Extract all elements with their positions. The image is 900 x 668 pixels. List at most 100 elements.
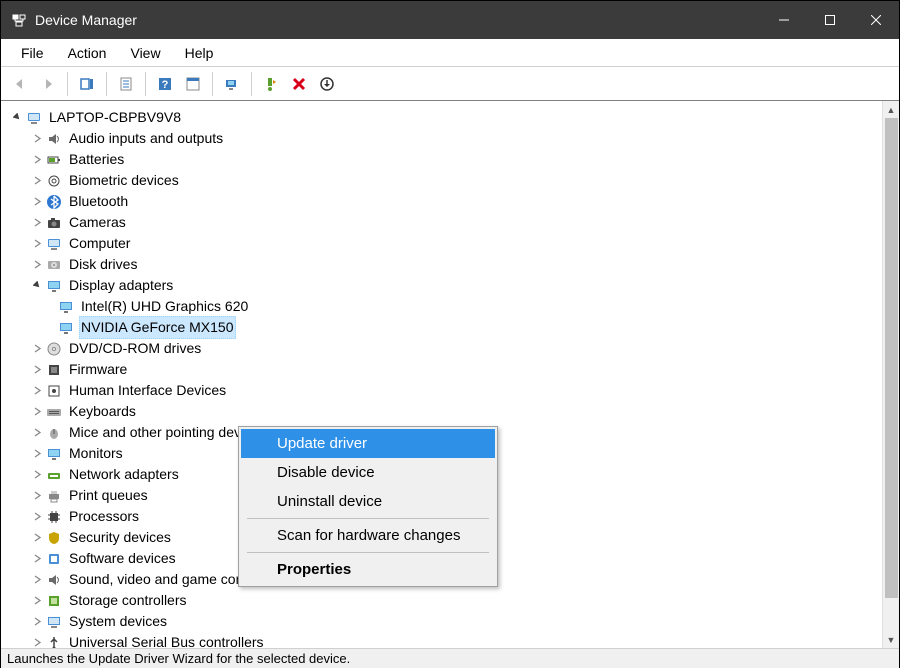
biometric-icon: [45, 172, 63, 190]
expander-icon[interactable]: [29, 467, 45, 483]
context-properties[interactable]: Properties: [241, 555, 495, 584]
category-label: Biometric devices: [67, 169, 181, 192]
menu-view[interactable]: View: [118, 41, 172, 65]
tree-category-row[interactable]: Disk drives: [9, 254, 899, 275]
expander-icon[interactable]: [29, 194, 45, 210]
tree-category-row[interactable]: Universal Serial Bus controllers: [9, 632, 899, 648]
maximize-button[interactable]: [807, 1, 853, 39]
tree-root-row[interactable]: LAPTOP-CBPBV9V8: [9, 107, 899, 128]
context-update-driver[interactable]: Update driver: [241, 429, 495, 458]
expander-icon[interactable]: [29, 383, 45, 399]
tree-category-row[interactable]: Biometric devices: [9, 170, 899, 191]
tree-category-row[interactable]: Firmware: [9, 359, 899, 380]
mouse-icon: [45, 424, 63, 442]
menu-help[interactable]: Help: [173, 41, 226, 65]
context-disable-device[interactable]: Disable device: [241, 458, 495, 487]
category-label: Monitors: [67, 442, 125, 465]
titlebar: Device Manager: [1, 1, 899, 39]
status-text: Launches the Update Driver Wizard for th…: [7, 651, 350, 666]
expander-icon[interactable]: [29, 425, 45, 441]
tree-category-row[interactable]: Display adapters: [9, 275, 899, 296]
scroll-down-icon[interactable]: ▼: [883, 631, 899, 648]
scroll-thumb[interactable]: [885, 118, 898, 598]
expander-icon[interactable]: [29, 635, 45, 649]
expander-icon[interactable]: [29, 278, 45, 294]
tree-category-row[interactable]: Audio inputs and outputs: [9, 128, 899, 149]
category-label: Network adapters: [67, 463, 181, 486]
tree-category-row[interactable]: Batteries: [9, 149, 899, 170]
uninstall-button[interactable]: [286, 71, 312, 97]
expander-icon[interactable]: [29, 509, 45, 525]
expander-icon[interactable]: [29, 572, 45, 588]
scroll-up-icon[interactable]: ▲: [883, 101, 899, 118]
expander-icon[interactable]: [29, 215, 45, 231]
expander-icon[interactable]: [29, 131, 45, 147]
action-button[interactable]: [180, 71, 206, 97]
printer-icon: [45, 487, 63, 505]
vertical-scrollbar[interactable]: ▲ ▼: [882, 101, 899, 648]
context-separator: [247, 518, 489, 519]
context-uninstall-device[interactable]: Uninstall device: [241, 487, 495, 516]
tree-device-row[interactable]: Intel(R) UHD Graphics 620: [9, 296, 899, 317]
expander-icon[interactable]: [29, 614, 45, 630]
category-label: Cameras: [67, 211, 128, 234]
toolbar-separator: [67, 72, 68, 96]
expander-icon[interactable]: [29, 530, 45, 546]
expander-icon[interactable]: [29, 404, 45, 420]
device-label: Intel(R) UHD Graphics 620: [79, 295, 250, 318]
expander-icon[interactable]: [29, 551, 45, 567]
expander-icon[interactable]: [29, 341, 45, 357]
tree-category-row[interactable]: Human Interface Devices: [9, 380, 899, 401]
display-adapter-icon: [45, 277, 63, 295]
expander-icon[interactable]: [29, 593, 45, 609]
forward-button[interactable]: [35, 71, 61, 97]
usb-icon: [45, 634, 63, 649]
device-label-selected: NVIDIA GeForce MX150: [79, 316, 236, 339]
expander-icon[interactable]: [29, 257, 45, 273]
tree-category-row[interactable]: Keyboards: [9, 401, 899, 422]
dvd-icon: [45, 340, 63, 358]
tree-device-row[interactable]: NVIDIA GeForce MX150: [9, 317, 899, 338]
context-scan-hardware[interactable]: Scan for hardware changes: [241, 521, 495, 550]
context-separator: [247, 552, 489, 553]
menu-action[interactable]: Action: [56, 41, 119, 65]
category-label: Audio inputs and outputs: [67, 127, 225, 150]
menu-file[interactable]: File: [9, 41, 56, 65]
battery-icon: [45, 151, 63, 169]
expander-icon[interactable]: [29, 236, 45, 252]
category-label: Processors: [67, 505, 141, 528]
help-button[interactable]: ?: [152, 71, 178, 97]
audio-icon: [45, 130, 63, 148]
app-icon: [11, 12, 27, 28]
toolbar-separator: [251, 72, 252, 96]
software-icon: [45, 550, 63, 568]
display-adapter-icon: [57, 298, 75, 316]
close-button[interactable]: [853, 1, 899, 39]
expander-icon[interactable]: [9, 110, 25, 126]
expander-icon[interactable]: [29, 173, 45, 189]
tree-category-row[interactable]: System devices: [9, 611, 899, 632]
hid-icon: [45, 382, 63, 400]
expander-icon[interactable]: [29, 362, 45, 378]
tree-category-row[interactable]: DVD/CD-ROM drives: [9, 338, 899, 359]
back-button[interactable]: [7, 71, 33, 97]
properties-button[interactable]: [113, 71, 139, 97]
toolbar-separator: [145, 72, 146, 96]
tree-category-row[interactable]: Computer: [9, 233, 899, 254]
expander-icon[interactable]: [29, 488, 45, 504]
scan-hardware-button[interactable]: [219, 71, 245, 97]
tree-root-label: LAPTOP-CBPBV9V8: [47, 106, 183, 129]
window-title: Device Manager: [35, 12, 137, 28]
disable-button[interactable]: [314, 71, 340, 97]
tree-category-row[interactable]: Cameras: [9, 212, 899, 233]
tree-category-row[interactable]: Storage controllers: [9, 590, 899, 611]
expander-icon[interactable]: [29, 152, 45, 168]
tree-category-row[interactable]: Bluetooth: [9, 191, 899, 212]
minimize-button[interactable]: [761, 1, 807, 39]
camera-icon: [45, 214, 63, 232]
storage-icon: [45, 592, 63, 610]
update-driver-button[interactable]: [258, 71, 284, 97]
status-bar: Launches the Update Driver Wizard for th…: [1, 648, 899, 668]
expander-icon[interactable]: [29, 446, 45, 462]
show-hide-tree-button[interactable]: [74, 71, 100, 97]
